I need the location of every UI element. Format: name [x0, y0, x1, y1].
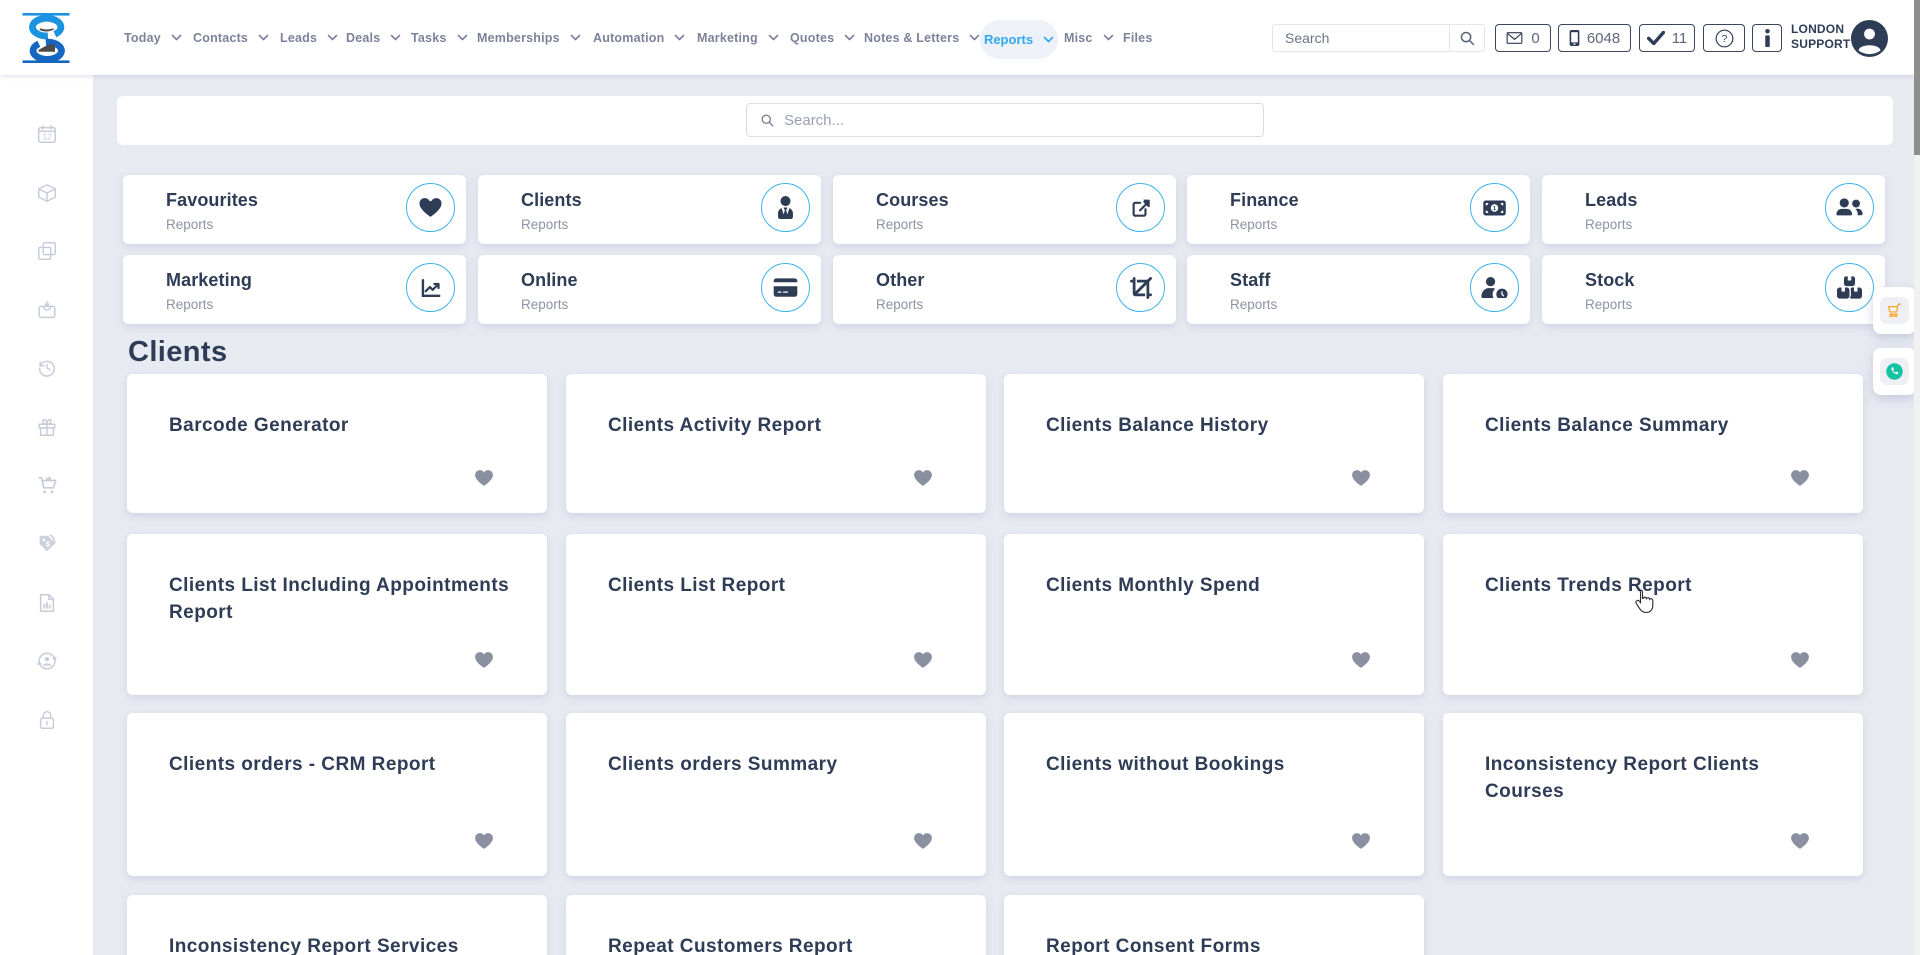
svg-text:$: $ — [46, 539, 50, 548]
svg-text:12: 12 — [42, 133, 52, 142]
svg-text:?: ? — [1721, 34, 1727, 45]
svg-text:1: 1 — [1493, 205, 1497, 211]
